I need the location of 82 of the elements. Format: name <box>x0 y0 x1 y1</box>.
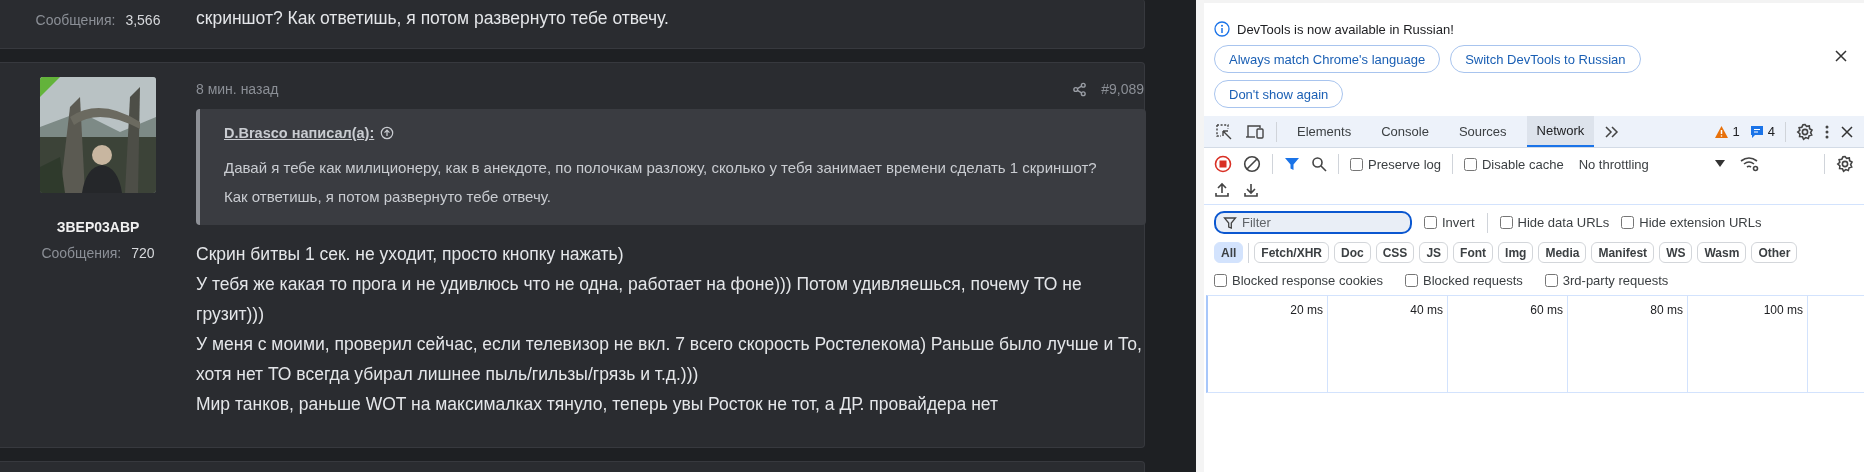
infobar-button[interactable]: Always match Chrome's language <box>1214 45 1441 73</box>
inspect-icon[interactable] <box>1214 121 1234 142</box>
message-count[interactable]: 4 <box>1767 124 1775 139</box>
clear-icon[interactable] <box>1243 155 1261 173</box>
post-text: У тебя же какая то прога и не удивлюсь что не одна, работает на фоне))) Потом удивляешься, почему ТО не грузит))) <box>196 273 1083 326</box>
timeline-tick: 100 ms <box>1763 303 1803 318</box>
checkbox-label[interactable]: Hide data URLs <box>1517 215 1610 230</box>
type-filter-chip[interactable]: Doc <box>1334 242 1371 263</box>
checkbox[interactable] <box>1544 274 1558 287</box>
upload-icon[interactable] <box>1214 182 1230 198</box>
post-number[interactable]: #9,089 <box>1101 81 1144 97</box>
stat-value: 720 <box>131 245 155 261</box>
download-icon[interactable] <box>1243 182 1259 198</box>
checkbox-label[interactable]: Invert <box>1442 215 1475 230</box>
quote-author-link[interactable]: D.Brasco написал(а): <box>224 125 375 141</box>
settings-icon[interactable] <box>1836 155 1854 173</box>
checkbox[interactable] <box>1621 216 1635 229</box>
author-name[interactable]: ЗВЕР03АВР <box>56 219 140 235</box>
arrow-up-icon[interactable] <box>380 126 395 140</box>
post-text: Скрин битвы 1 сек. не уходит, просто кнопку нажать) <box>196 243 625 266</box>
quote-text: Как ответишь, я потом развернуто тебе отвечу. <box>224 187 552 207</box>
infobar-button[interactable]: Don't show again <box>1214 80 1344 108</box>
timeline-overview[interactable]: 20 ms 40 ms 60 ms 80 ms 100 ms <box>1206 295 1864 393</box>
close-icon[interactable] <box>1834 49 1848 63</box>
timeline-tick: 40 ms <box>1410 303 1443 318</box>
devtools-tab[interactable]: Console <box>1371 116 1439 147</box>
timeline-tick: 80 ms <box>1650 303 1683 318</box>
checkbox-label[interactable]: 3rd-party requests <box>1562 273 1669 288</box>
timeline-tick: 20 ms <box>1290 303 1323 318</box>
checkbox[interactable] <box>1214 274 1227 287</box>
more-options-icon[interactable] <box>1824 123 1830 140</box>
stat-label: Сообщения: <box>41 245 122 261</box>
checkbox[interactable] <box>1464 157 1477 171</box>
type-filter-chip[interactable]: WS <box>1659 242 1693 263</box>
caret-icon[interactable] <box>1714 160 1725 168</box>
warning-icon[interactable] <box>1713 124 1729 139</box>
checkbox[interactable] <box>1424 216 1437 229</box>
devtools-tab[interactable]: Network <box>1526 116 1595 147</box>
checkbox-label[interactable]: Blocked requests <box>1423 273 1523 288</box>
checkbox-label[interactable]: Blocked response cookies <box>1232 273 1384 288</box>
checkbox-label[interactable]: Preserve log <box>1368 156 1441 172</box>
type-filter-chip[interactable]: Other <box>1751 242 1798 263</box>
settings-icon[interactable] <box>1796 122 1814 141</box>
throttling-dropdown[interactable]: No throttling <box>1574 156 1729 172</box>
type-filter-chip[interactable]: Fetch/XHR <box>1254 242 1330 263</box>
filter-field[interactable]: Filter <box>1214 211 1412 234</box>
message-icon[interactable] <box>1749 124 1764 139</box>
close-icon[interactable] <box>1840 124 1854 139</box>
share-icon[interactable] <box>1072 81 1088 97</box>
post-text: У меня с моими, проверил сейчас, если телевизор не вкл. 7 всего скорость Ростелекома) Раньше было лучше и То, хотя нет ТО всегда убирал лишнее пыль/гильзы/грязь и т.д.))) <box>196 333 1143 386</box>
type-filter-chip[interactable]: Img <box>1498 242 1534 263</box>
record-icon[interactable] <box>1214 155 1232 173</box>
type-filter-chip[interactable]: Font <box>1453 242 1494 263</box>
devtools-tab[interactable]: Sources <box>1448 116 1517 147</box>
stat-value: 3,566 <box>125 11 161 28</box>
checkbox[interactable] <box>1405 274 1419 287</box>
checkbox[interactable] <box>1499 216 1513 229</box>
more-tabs-icon[interactable] <box>1604 123 1621 140</box>
filter-icon <box>1223 216 1237 230</box>
infobar-button[interactable]: Switch DevTools to Russian <box>1450 45 1641 73</box>
post-time[interactable]: 8 мин. назад <box>196 81 279 97</box>
type-filter-chip[interactable]: CSS <box>1375 242 1415 263</box>
type-filter-chip[interactable]: Manifest <box>1591 242 1655 263</box>
filter-icon[interactable] <box>1284 156 1300 172</box>
timeline-tick: 60 ms <box>1530 303 1563 318</box>
type-filter-chip[interactable]: Media <box>1538 242 1587 263</box>
type-filter-chip[interactable]: JS <box>1419 242 1449 263</box>
checkbox-label[interactable]: Disable cache <box>1482 156 1564 172</box>
stat-label: Сообщения: <box>35 11 116 28</box>
post-text: скриншот? Как ответишь, я потом развернуто тебе отвечу. <box>196 6 669 30</box>
info-message: DevTools is now available in Russian! <box>1237 21 1454 37</box>
type-filter-chip[interactable]: Wasm <box>1697 242 1747 263</box>
network-conditions-icon[interactable] <box>1739 156 1760 172</box>
checkbox-label[interactable]: Hide extension URLs <box>1639 215 1762 230</box>
quote-text: Давай я тебе как милиционеру, как в анекдоте, по полочкам разложу, сколько у тебя занимает времени сделать 1 скриншот? <box>224 158 1098 178</box>
warning-count[interactable]: 1 <box>1732 124 1740 139</box>
info-icon <box>1214 21 1230 37</box>
devtools-tab[interactable]: Elements <box>1287 116 1362 147</box>
search-icon[interactable] <box>1311 156 1327 172</box>
checkbox[interactable] <box>1350 157 1363 171</box>
post-text: Мир танков, раньше WOT на максималках тянуло, теперь увы Росток не тот, а ДР. провайдера нет <box>196 393 999 416</box>
type-filter-chip[interactable]: All <box>1214 242 1244 263</box>
